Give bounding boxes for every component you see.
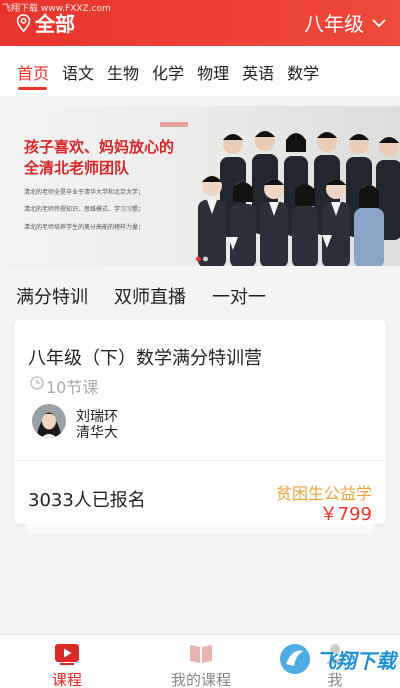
banner-pager <box>196 256 208 262</box>
nav-my-courses-label: 我的课程 <box>170 671 231 688</box>
grade-label: 八年级 <box>304 12 364 36</box>
grade-selector[interactable]: 八年级 <box>304 8 386 37</box>
location-label: 全部 <box>35 12 75 36</box>
tab-chemistry[interactable]: 化学 <box>145 46 190 96</box>
location-selector[interactable]: 全部 <box>16 8 75 37</box>
tab-dual-teacher-live[interactable]: 双师直播 <box>114 283 186 309</box>
enrolled-count: 3033人已报名 <box>28 490 146 511</box>
clock-icon <box>30 376 44 390</box>
card-divider <box>14 460 386 461</box>
download-watermark: 飞翔下载 <box>278 642 396 676</box>
banner-tag <box>160 122 188 127</box>
section-tabs: 满分特训 双师直播 一对一 <box>0 266 400 320</box>
banner-headline-2: 全清北老师团队 <box>24 159 130 177</box>
course-card[interactable]: 八年级（下）数学满分特训营 10节课 刘瑞环 清华大 3033人已报名 贫困生公… <box>14 320 386 525</box>
banner-headline-1: 孩子喜欢、妈妈放心的 <box>24 138 175 156</box>
book-icon <box>190 645 212 663</box>
tab-one-on-one[interactable]: 一对一 <box>212 283 266 309</box>
subject-tabs: 首页 语文 生物 化学 物理 英语 数学 <box>0 46 400 96</box>
location-pin-icon <box>16 13 31 32</box>
course-price: ￥799 <box>319 504 372 525</box>
tab-full-score-training[interactable]: 满分特训 <box>16 283 88 309</box>
tab-chinese[interactable]: 语文 <box>55 46 100 96</box>
teacher-avatar <box>32 404 66 438</box>
chevron-down-icon <box>372 18 386 27</box>
teacher-team-photo <box>198 131 400 266</box>
play-tv-icon <box>55 644 79 665</box>
nav-courses-label: 课程 <box>51 671 82 688</box>
next-card-peek <box>26 524 374 534</box>
tab-biology[interactable]: 生物 <box>100 46 145 96</box>
nav-my-courses[interactable]: 我的课程 <box>146 641 256 688</box>
watermark-text: 飞翔下载 <box>316 648 396 673</box>
lesson-count: 10节课 <box>46 378 99 397</box>
tab-english[interactable]: 英语 <box>235 46 280 96</box>
banner-line-2: 清北的老师传授知识、思维模式、学习习惯； <box>24 206 145 213</box>
tab-math[interactable]: 数学 <box>280 46 325 96</box>
course-title: 八年级（下）数学满分特训营 <box>28 348 262 369</box>
tab-home[interactable]: 首页 <box>10 46 55 96</box>
teacher-school: 清华大 <box>76 425 118 441</box>
promo-banner[interactable]: 孩子喜欢、妈妈放心的 全清北老师团队 清北的老师全是毕业于清华大学和北京大学； … <box>0 106 400 266</box>
top-header: 飞翔下载 www.FXXZ.com 全部 八年级 <box>0 0 400 46</box>
tab-physics[interactable]: 物理 <box>190 46 235 96</box>
nav-courses[interactable]: 课程 <box>12 641 122 688</box>
banner-line-1: 清北的老师全是毕业于清华大学和北京大学； <box>24 189 145 196</box>
banner-line-3: 清北的老师培养学生的奥分高能的榜样力量； <box>24 224 145 231</box>
watermark-logo-icon <box>280 644 310 674</box>
